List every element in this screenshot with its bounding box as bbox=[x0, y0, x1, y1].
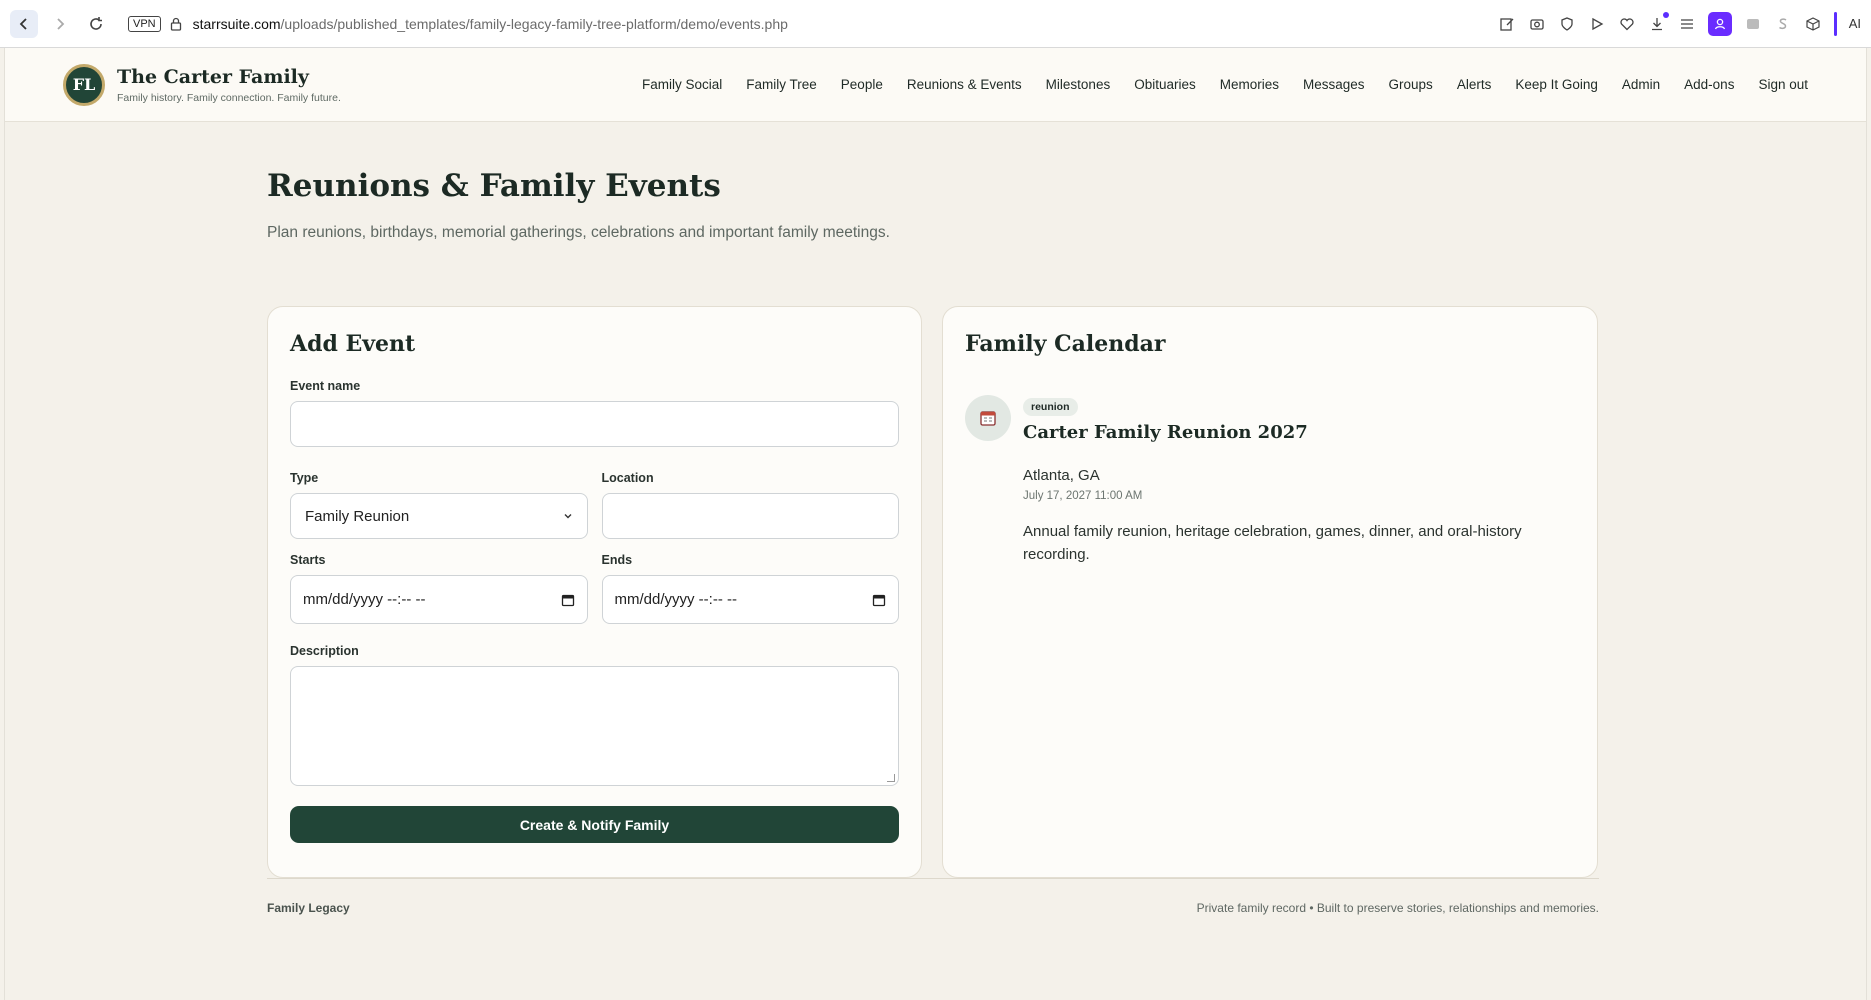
calendar-icon bbox=[980, 411, 996, 426]
nav-alerts[interactable]: Alerts bbox=[1457, 77, 1492, 92]
family-calendar-card: Family Calendar reunion Carter Family Re… bbox=[942, 306, 1598, 878]
calendar-icon[interactable] bbox=[561, 593, 575, 607]
url-path: /uploads/published_templates/family-lega… bbox=[280, 15, 788, 32]
lock-icon[interactable] bbox=[169, 17, 183, 31]
nav-memories[interactable]: Memories bbox=[1220, 77, 1279, 92]
description-label: Description bbox=[290, 644, 359, 658]
camera-icon[interactable] bbox=[1528, 15, 1546, 33]
edit-icon[interactable] bbox=[1498, 15, 1516, 33]
event-name-label: Event name bbox=[290, 379, 361, 393]
starts-value: mm/dd/yyyy --:-- -- bbox=[303, 591, 426, 608]
menu-lines-icon[interactable] bbox=[1678, 15, 1696, 33]
location-input[interactable] bbox=[601, 493, 899, 539]
event-name-input[interactable] bbox=[290, 401, 899, 447]
event-body: reunion Carter Family Reunion 2027 Atlan… bbox=[1023, 395, 1575, 566]
type-location-row: Type Family Reunion Location bbox=[290, 471, 899, 539]
logo[interactable]: FL bbox=[63, 63, 105, 106]
location-label: Location bbox=[601, 471, 654, 485]
page-subtitle: Plan reunions, birthdays, memorial gathe… bbox=[267, 224, 890, 241]
nav-people[interactable]: People bbox=[841, 77, 883, 92]
location-group: Location bbox=[601, 471, 899, 539]
back-button[interactable] bbox=[10, 9, 38, 38]
type-select-value: Family Reunion bbox=[305, 507, 410, 525]
main-content: Reunions & Family Events Plan reunions, … bbox=[267, 168, 1599, 878]
nav-family-tree[interactable]: Family Tree bbox=[746, 77, 817, 92]
calendar-event[interactable]: reunion Carter Family Reunion 2027 Atlan… bbox=[965, 395, 1575, 566]
download-icon[interactable] bbox=[1648, 11, 1669, 33]
starts-input[interactable]: mm/dd/yyyy --:-- -- bbox=[290, 575, 588, 624]
play-icon[interactable] bbox=[1588, 15, 1606, 33]
browser-toolbar: VPN starrsuite.com/uploads/published_tem… bbox=[0, 0, 1871, 48]
footer-note: Private family record • Built to preserv… bbox=[1196, 901, 1599, 915]
nav-family-social[interactable]: Family Social bbox=[642, 77, 722, 92]
footer-brand: Family Legacy bbox=[267, 901, 350, 915]
family-calendar-title: Family Calendar bbox=[965, 331, 1166, 357]
event-name-group: Event name bbox=[290, 379, 899, 447]
add-event-card: Add Event Event name Type Family Reunion… bbox=[267, 306, 922, 878]
nav-groups[interactable]: Groups bbox=[1389, 77, 1433, 92]
nav-keep-it-going[interactable]: Keep It Going bbox=[1515, 77, 1598, 92]
type-label: Type bbox=[290, 471, 319, 485]
ai-button[interactable]: AI bbox=[1849, 16, 1861, 31]
nav-add-ons[interactable]: Add-ons bbox=[1684, 77, 1734, 92]
extension-s-icon[interactable] bbox=[1774, 15, 1792, 33]
add-event-title: Add Event bbox=[290, 331, 416, 357]
nav-messages[interactable]: Messages bbox=[1303, 77, 1365, 92]
profile-icon[interactable] bbox=[1707, 11, 1732, 36]
calendar-icon[interactable] bbox=[872, 593, 886, 607]
main-nav: Family Social Family Tree People Reunion… bbox=[642, 77, 1808, 92]
nav-milestones[interactable]: Milestones bbox=[1046, 77, 1111, 92]
starts-label: Starts bbox=[290, 553, 326, 567]
forward-button[interactable] bbox=[46, 10, 74, 38]
cube-icon[interactable] bbox=[1804, 15, 1822, 33]
site-footer: Family Legacy Private family record • Bu… bbox=[267, 878, 1599, 915]
sidebar-divider bbox=[1833, 11, 1837, 36]
heart-icon[interactable] bbox=[1618, 15, 1636, 33]
type-select[interactable]: Family Reunion bbox=[290, 493, 588, 539]
cart-icon[interactable] bbox=[1744, 15, 1762, 33]
event-datetime: July 17, 2027 11:00 AM bbox=[1023, 490, 1143, 502]
shield-icon[interactable] bbox=[1558, 15, 1576, 33]
description-textarea[interactable] bbox=[290, 666, 899, 786]
description-group: Description bbox=[290, 644, 899, 786]
event-icon-circle bbox=[965, 395, 1011, 441]
nav-admin[interactable]: Admin bbox=[1622, 77, 1660, 92]
nav-obituaries[interactable]: Obituaries bbox=[1134, 77, 1196, 92]
dates-row: Starts mm/dd/yyyy --:-- -- Ends mm/dd/yy… bbox=[290, 553, 899, 624]
nav-sign-out[interactable]: Sign out bbox=[1758, 77, 1808, 92]
chevron-down-icon bbox=[564, 514, 571, 519]
address-bar[interactable]: starrsuite.com/uploads/published_templat… bbox=[193, 16, 1498, 32]
reload-button[interactable] bbox=[82, 10, 110, 38]
vpn-badge[interactable]: VPN bbox=[128, 15, 161, 32]
brand-name[interactable]: The Carter Family bbox=[117, 66, 341, 88]
page-title: Reunions & Family Events bbox=[267, 168, 721, 204]
chevron-right-icon bbox=[57, 17, 65, 30]
ends-group: Ends mm/dd/yyyy --:-- -- bbox=[601, 553, 899, 624]
event-type-badge: reunion bbox=[1023, 398, 1078, 416]
type-group: Type Family Reunion bbox=[290, 471, 588, 539]
event-title: Carter Family Reunion 2027 bbox=[1023, 422, 1308, 443]
brand-tagline: Family history. Family connection. Famil… bbox=[117, 91, 341, 104]
ends-label: Ends bbox=[601, 553, 633, 567]
reload-icon bbox=[90, 16, 102, 30]
ends-input[interactable]: mm/dd/yyyy --:-- -- bbox=[601, 575, 899, 624]
site-header: FL The Carter Family Family history. Fam… bbox=[5, 48, 1866, 122]
chevron-left-icon bbox=[19, 17, 27, 30]
nav-reunions-events[interactable]: Reunions & Events bbox=[907, 77, 1022, 92]
create-notify-button[interactable]: Create & Notify Family bbox=[290, 806, 899, 843]
ends-value: mm/dd/yyyy --:-- -- bbox=[614, 591, 737, 608]
event-description: Annual family reunion, heritage celebrat… bbox=[1023, 523, 1522, 563]
url-host: starrsuite.com bbox=[192, 15, 281, 32]
starts-group: Starts mm/dd/yyyy --:-- -- bbox=[290, 553, 588, 624]
brand: The Carter Family Family history. Family… bbox=[117, 66, 341, 104]
event-location: Atlanta, GA bbox=[1023, 467, 1100, 484]
cards-row: Add Event Event name Type Family Reunion… bbox=[267, 306, 1599, 878]
resize-handle[interactable] bbox=[887, 774, 895, 782]
